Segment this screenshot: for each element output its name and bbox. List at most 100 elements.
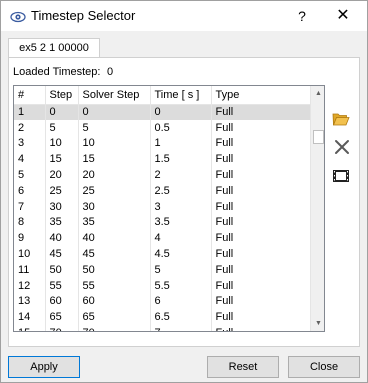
timestep-table: # Step Solver Step Time [ s ] Type 1000F… xyxy=(13,85,325,332)
cell-index: 8 xyxy=(18,216,25,229)
table-row[interactable]: 8 35 35 3.5 Full xyxy=(14,214,310,231)
cell-index: 6 xyxy=(18,184,25,197)
cell-solver-step: 50 xyxy=(77,261,150,278)
cell-solver-step: 65 xyxy=(77,309,150,326)
cell-index: 12 xyxy=(18,279,31,292)
cell-solver-step: 0 xyxy=(77,104,150,120)
table-row[interactable]: 2 5 5 0.5 Full xyxy=(14,119,310,136)
table-row[interactable]: 9 40 40 4 Full xyxy=(14,230,310,247)
table-row[interactable]: 14 65 65 6.5 Full xyxy=(14,309,310,326)
cell-type: Full xyxy=(210,277,310,294)
cell-index: 5 xyxy=(18,169,25,182)
cell-step: 55 xyxy=(44,277,78,294)
cell-step: 65 xyxy=(44,309,78,326)
cell-index: 13 xyxy=(18,295,31,308)
cell-type: Full xyxy=(210,167,310,183)
cell-type: Full xyxy=(210,151,310,168)
cell-time: 1.5 xyxy=(149,151,211,168)
scroll-up-arrow-icon[interactable]: ▲ xyxy=(311,86,324,101)
column-header-solver-step[interactable]: Solver Step xyxy=(77,86,150,105)
reset-button[interactable]: Reset xyxy=(207,356,279,378)
table-row[interactable]: 13 60 60 6 Full xyxy=(14,293,310,310)
cell-solver-step: 55 xyxy=(77,277,150,294)
cell-index: 15 xyxy=(14,325,45,331)
cell-step: 10 xyxy=(44,135,78,152)
cell-time: 0 xyxy=(149,104,211,120)
cell-index: 4 xyxy=(18,153,25,166)
title-bar: Timestep Selector ? ✕ xyxy=(1,1,367,31)
table-row[interactable]: 10 45 45 4.5 Full xyxy=(14,246,310,262)
column-header-type[interactable]: Type xyxy=(210,86,310,105)
loaded-timestep-label: Loaded Timestep: xyxy=(13,66,101,78)
cell-solver-step: 15 xyxy=(77,151,150,168)
cell-type: Full xyxy=(210,293,310,310)
cell-solver-step: 30 xyxy=(77,198,150,215)
vertical-scrollbar[interactable]: ▲ ▼ xyxy=(310,86,324,331)
cell-type: Full xyxy=(210,325,310,331)
apply-button[interactable]: Apply xyxy=(8,356,80,378)
cell-step: 70 xyxy=(44,325,78,331)
cell-time: 3.5 xyxy=(149,214,211,231)
table-row[interactable]: 7 30 30 3 Full xyxy=(14,198,310,215)
cell-time: 7 xyxy=(149,325,211,331)
cell-time: 1 xyxy=(149,135,211,152)
cell-index: 2 xyxy=(18,121,25,134)
cell-time: 2 xyxy=(149,167,211,183)
delete-icon[interactable] xyxy=(333,138,351,156)
cell-time: 2.5 xyxy=(149,182,211,199)
cell-type: Full xyxy=(210,309,310,326)
cell-type: Full xyxy=(210,182,310,199)
cell-type: Full xyxy=(210,261,310,278)
table-row[interactable]: 3 10 10 1 Full xyxy=(14,135,310,152)
film-icon[interactable] xyxy=(332,167,350,185)
folder-open-icon[interactable] xyxy=(332,110,350,128)
cell-solver-step: 70 xyxy=(77,325,150,331)
table-header-row: # Step Solver Step Time [ s ] Type xyxy=(14,86,310,105)
cell-step: 5 xyxy=(44,119,78,136)
cell-solver-step: 40 xyxy=(77,230,150,247)
table-row[interactable]: 1570707Full xyxy=(14,325,310,331)
cell-type: Full xyxy=(210,135,310,152)
column-header-index[interactable]: # xyxy=(14,86,45,105)
cell-type: Full xyxy=(210,198,310,215)
cell-time: 3 xyxy=(149,198,211,215)
table-row[interactable]: 4 15 15 1.5 Full xyxy=(14,151,310,168)
cell-time: 6.5 xyxy=(149,309,211,326)
table-row[interactable]: 5 20 20 2 Full xyxy=(14,167,310,183)
column-header-step[interactable]: Step xyxy=(44,86,78,105)
table-row[interactable]: 6 25 25 2.5 Full xyxy=(14,182,310,199)
cell-step: 40 xyxy=(44,230,78,247)
cell-index: 10 xyxy=(18,248,31,261)
column-header-time[interactable]: Time [ s ] xyxy=(149,86,211,105)
cell-type: Full xyxy=(210,119,310,136)
app-eye-icon xyxy=(10,11,26,23)
scroll-down-arrow-icon[interactable]: ▼ xyxy=(311,316,324,331)
cell-index: 9 xyxy=(18,232,25,245)
cell-step: 20 xyxy=(44,167,78,183)
tab-ex5[interactable]: ex5 2 1 00000 xyxy=(8,38,100,58)
cell-index: 7 xyxy=(18,200,25,213)
cell-step: 50 xyxy=(44,261,78,278)
help-button[interactable]: ? xyxy=(292,6,312,26)
cell-step: 60 xyxy=(44,293,78,310)
cell-time: 6 xyxy=(149,293,211,310)
cell-type: Full xyxy=(210,230,310,247)
table-row[interactable]: 1 0 0 0 Full xyxy=(14,104,310,120)
cell-solver-step: 45 xyxy=(77,246,150,262)
cell-step: 15 xyxy=(44,151,78,168)
cell-index: 3 xyxy=(18,137,25,150)
loaded-timestep-value: 0 xyxy=(107,66,114,78)
cell-step: 25 xyxy=(44,182,78,199)
table-row[interactable]: 11 50 50 5 Full xyxy=(14,261,310,278)
close-window-button[interactable]: ✕ xyxy=(332,6,354,26)
cell-step: 45 xyxy=(44,246,78,262)
cell-solver-step: 60 xyxy=(77,293,150,310)
cell-type: Full xyxy=(210,104,310,120)
cell-solver-step: 25 xyxy=(77,182,150,199)
cell-index: 14 xyxy=(18,311,31,324)
table-row[interactable]: 12 55 55 5.5 Full xyxy=(14,277,310,294)
cell-step: 30 xyxy=(44,198,78,215)
close-button[interactable]: Close xyxy=(288,356,360,378)
scroll-thumb[interactable] xyxy=(313,130,324,144)
cell-step: 0 xyxy=(44,104,78,120)
